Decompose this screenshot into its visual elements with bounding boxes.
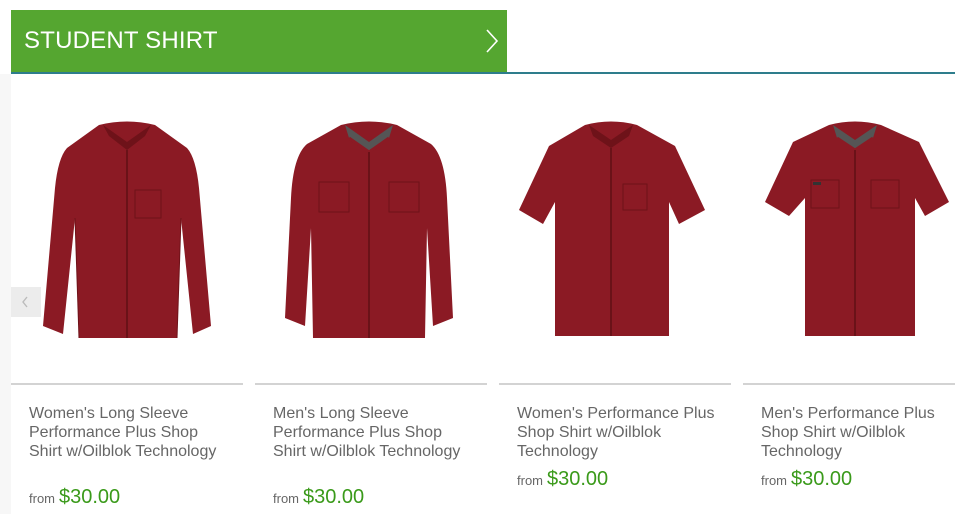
product-divider (743, 383, 955, 385)
product-image-mens-long-sleeve[interactable] (255, 98, 487, 344)
section-title: STUDENT SHIRT (24, 27, 218, 54)
price-amount: $30.00 (791, 468, 853, 490)
price-amount: $30.00 (59, 486, 121, 508)
product-price: from $30.00 (761, 468, 852, 491)
carousel-left-edge (0, 74, 11, 514)
product-image-mens-short-sleeve[interactable] (743, 98, 955, 344)
section-header-tab[interactable]: STUDENT SHIRT (11, 10, 507, 72)
price-amount: $30.00 (547, 468, 609, 490)
product-name[interactable]: Women's Performance Plus Shop Shirt w/Oi… (517, 404, 717, 461)
product-divider (499, 383, 731, 385)
product-name[interactable]: Men's Performance Plus Shop Shirt w/Oilb… (761, 404, 955, 461)
chevron-right-icon[interactable] (485, 28, 499, 54)
product-image-womens-short-sleeve[interactable] (499, 98, 731, 344)
price-amount: $30.00 (303, 486, 365, 508)
product-divider (11, 383, 243, 385)
price-prefix: from (29, 491, 55, 506)
price-prefix: from (273, 491, 299, 506)
section-header: STUDENT SHIRT (11, 10, 955, 74)
product-card[interactable]: Men's Performance Plus Shop Shirt w/Oilb… (743, 98, 955, 514)
product-card[interactable]: Women's Long Sleeve Performance Plus Sho… (11, 98, 243, 514)
product-card[interactable]: Men's Long Sleeve Performance Plus Shop … (255, 98, 487, 514)
product-price: from $30.00 (517, 468, 608, 491)
product-name[interactable]: Women's Long Sleeve Performance Plus Sho… (29, 404, 229, 461)
price-prefix: from (761, 473, 787, 488)
product-divider (255, 383, 487, 385)
product-price: from $30.00 (273, 486, 364, 509)
product-price: from $30.00 (29, 486, 120, 509)
product-card[interactable]: Women's Performance Plus Shop Shirt w/Oi… (499, 98, 731, 514)
product-image-womens-long-sleeve[interactable] (11, 98, 243, 344)
price-prefix: from (517, 473, 543, 488)
product-name[interactable]: Men's Long Sleeve Performance Plus Shop … (273, 404, 473, 461)
